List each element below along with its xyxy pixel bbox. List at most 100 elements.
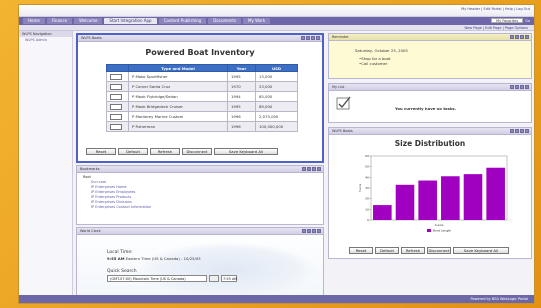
maximize-icon[interactable] <box>520 35 524 39</box>
maximize-icon[interactable] <box>520 85 524 89</box>
edit-icon[interactable] <box>510 35 514 39</box>
x-axis-label: X-axis <box>435 223 444 227</box>
edit-icon[interactable] <box>510 85 514 89</box>
portlet-title: World Clock <box>80 229 101 233</box>
go-link[interactable]: Go <box>525 19 530 23</box>
action-button[interactable]: Default <box>118 148 148 155</box>
timezone-go-button[interactable] <box>209 275 219 282</box>
portal-window: My Header | Edit Portal | Help | Log Out… <box>18 4 535 304</box>
nav-tools: My Favorites Go <box>491 18 530 23</box>
table-row[interactable]: P Mook Flybridge/Sedan 1994 85,000 <box>106 91 298 102</box>
year-cell: 1994 <box>227 91 256 102</box>
col-header-usd[interactable]: USD <box>255 64 298 72</box>
reminder-date: Saturday, October 25, 2005 <box>355 48 408 53</box>
bookmark-link[interactable]: IP Enterprises Contact Information <box>83 205 317 210</box>
clipboard-check-icon <box>336 96 351 110</box>
nav-tab[interactable]: Start Integration App <box>104 18 157 24</box>
close-icon[interactable] <box>525 35 529 39</box>
action-button[interactable]: Default <box>375 247 399 254</box>
year-cell: 1970 <box>227 81 256 92</box>
action-button[interactable]: Disconnect <box>427 247 451 254</box>
table-row[interactable]: P Mook Bridgedeck Cruiser 1995 89,000 <box>106 101 298 112</box>
minimize-icon[interactable] <box>515 129 519 133</box>
portlet-title: WLPS Boats <box>332 129 353 133</box>
action-button[interactable]: Refresh <box>150 148 180 155</box>
row-checkbox[interactable] <box>110 93 122 100</box>
legend-label: Boat Length <box>433 229 451 233</box>
action-button[interactable]: Reset <box>86 148 116 155</box>
nav-tab[interactable]: Home <box>23 18 45 24</box>
minimize-icon[interactable] <box>515 85 519 89</box>
col-header-year[interactable]: Year <box>227 64 256 72</box>
chart-bar <box>395 184 415 220</box>
maximize-icon[interactable] <box>520 129 524 133</box>
model-cell: P Carver Santa Cruz <box>128 81 228 92</box>
y-tick-label: 20 <box>365 197 369 201</box>
table-row[interactable]: P Carver Santa Cruz 1970 23,000 <box>106 81 298 92</box>
left-nav-item[interactable]: WLPS Admin <box>19 37 72 43</box>
close-icon[interactable] <box>317 167 321 171</box>
reminder-portlet: Reminder Saturday, October 25, 2005 Shop… <box>328 33 532 79</box>
model-cell: P Mook Bridgedeck Cruiser <box>128 101 228 112</box>
maximize-icon[interactable] <box>311 36 315 40</box>
action-button[interactable]: Save Keyboard All <box>453 247 509 254</box>
size-distribution-portlet: WLPS Boats Size Distribution 0 10 20 30 40 50… <box>328 127 532 259</box>
chart-bar <box>441 176 460 220</box>
table-row[interactable]: P Fisherman 1996 100,000,000 <box>106 121 298 132</box>
table-row[interactable]: P Mako Sportfisher 1995 13,000 <box>106 71 298 82</box>
action-button[interactable]: Refresh <box>401 247 425 254</box>
close-icon[interactable] <box>316 36 320 40</box>
row-checkbox[interactable] <box>110 113 122 120</box>
page-options-links[interactable]: New Page | Edit Page | Page Options <box>465 26 528 30</box>
edit-icon[interactable] <box>302 229 306 233</box>
local-time-label: Local Time: <box>107 250 133 255</box>
edit-icon[interactable] <box>510 129 514 133</box>
col-header-model[interactable]: Type and Model <box>128 64 228 72</box>
todo-portlet: My List You currently have no tasks. <box>328 83 532 123</box>
inventory-title: Powered Boat Inventory <box>145 48 255 57</box>
row-checkbox[interactable] <box>110 103 122 110</box>
maximize-icon[interactable] <box>312 167 316 171</box>
timezone-select[interactable]: (GMT-07:00) Mountain Time (US & Canada) <box>107 275 207 282</box>
minimize-icon[interactable] <box>307 229 311 233</box>
nav-tab[interactable]: Finance <box>46 18 73 24</box>
action-button[interactable]: Disconnect <box>182 148 212 155</box>
portlet-titlebar: World Clock <box>77 228 323 235</box>
edit-icon[interactable] <box>301 36 305 40</box>
row-checkbox[interactable] <box>110 123 122 130</box>
maximize-icon[interactable] <box>312 229 316 233</box>
minimize-icon[interactable] <box>307 167 311 171</box>
edit-icon[interactable] <box>302 167 306 171</box>
chart-bar <box>418 180 437 220</box>
inventory-portlet: WLPS Boats Powered Boat Inventory Type a… <box>76 33 324 163</box>
nav-tab[interactable]: Documents <box>208 18 242 24</box>
nav-tab[interactable]: Welcome <box>74 18 103 24</box>
usd-cell: 85,000 <box>255 91 298 102</box>
favorites-select[interactable]: My Favorites <box>491 18 524 23</box>
nav-tab[interactable]: My Work <box>243 18 271 24</box>
nav-tab[interactable]: Content Publishing <box>158 18 207 24</box>
y-tick-label: 10 <box>365 207 369 211</box>
row-checkbox[interactable] <box>110 83 122 90</box>
action-button[interactable]: Reset <box>349 247 373 254</box>
usd-cell: 2,075,000 <box>255 111 298 122</box>
model-cell: P Fisherman <box>128 121 228 132</box>
minimize-icon[interactable] <box>515 35 519 39</box>
close-icon[interactable] <box>525 85 529 89</box>
minimize-icon[interactable] <box>306 36 310 40</box>
table-row[interactable]: P Monterey Marine Custom 1996 2,075,000 <box>106 111 298 122</box>
portlet-title: WLPS Boats <box>81 36 102 40</box>
bookmark-list: Root Sun.com IP Enterprises Home IP Enterpr… <box>77 173 323 212</box>
row-select-cell <box>106 121 129 132</box>
usd-cell: 23,000 <box>255 81 298 92</box>
footer: Powered by BEA WebLogic Portal <box>19 295 534 303</box>
row-checkbox[interactable] <box>110 73 122 80</box>
col-header-select <box>106 64 129 72</box>
action-button[interactable]: Save Keyboard All <box>214 148 278 155</box>
inventory-buttons: Reset Default Refresh Disconnect Save Keyboa… <box>86 148 278 155</box>
header-links[interactable]: My Header | Edit Portal | Help | Log Out <box>461 7 530 11</box>
page-options-bar: New Page | Edit Page | Page Options <box>19 25 534 31</box>
close-icon[interactable] <box>317 229 321 233</box>
model-cell: P Mako Sportfisher <box>128 71 228 82</box>
close-icon[interactable] <box>525 129 529 133</box>
